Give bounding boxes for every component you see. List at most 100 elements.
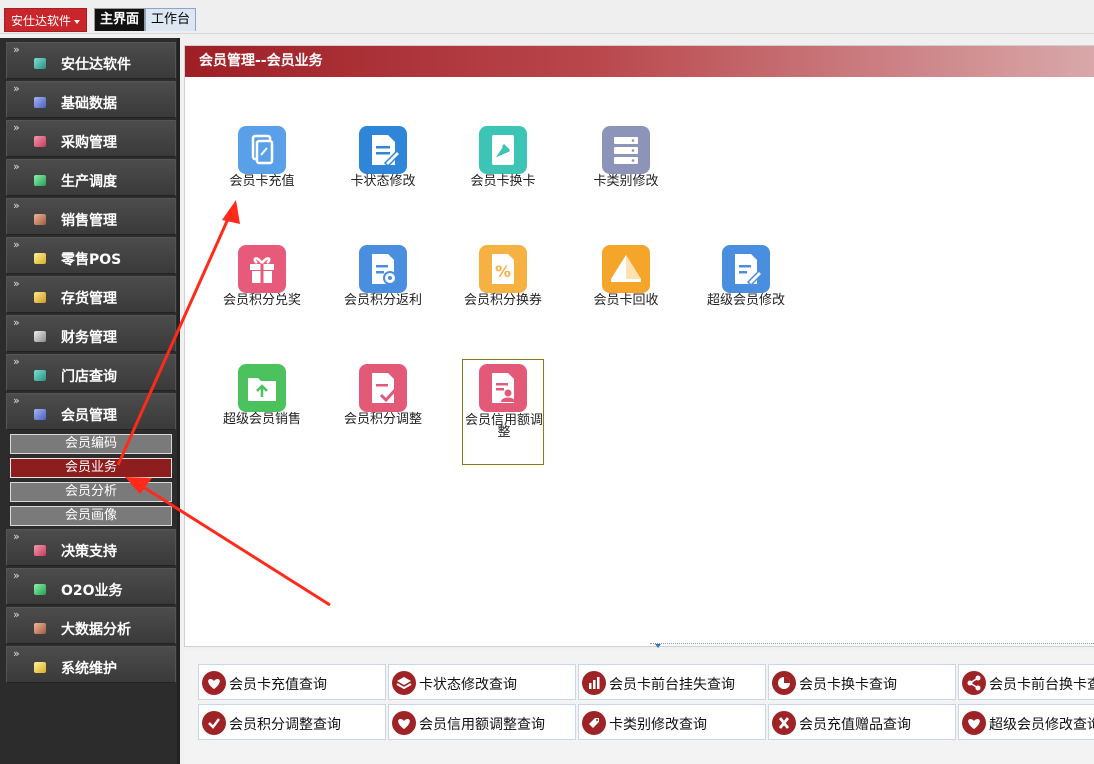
gift-icon xyxy=(238,245,286,293)
sidebar-sub-member-analysis[interactable]: 会员分析 xyxy=(10,482,172,502)
func-label: 会员卡换卡 xyxy=(470,174,536,189)
tab-workbench[interactable]: 工作台 xyxy=(145,8,197,31)
sidebar-item-label: 决策支持 xyxy=(61,544,117,560)
folder-upload-icon xyxy=(238,364,286,412)
document-pen-icon xyxy=(722,245,770,293)
chevron-right-icon: » xyxy=(13,569,20,582)
sidebar-item-label: 基础数据 xyxy=(61,96,117,112)
chevron-right-icon: » xyxy=(13,316,20,329)
query-label: 会员卡前台挂失查询 xyxy=(609,677,735,693)
sidebar-item-system[interactable]: » 系统维护 xyxy=(6,646,176,683)
func-label: 卡状态修改 xyxy=(350,174,416,189)
func-super-member-sales[interactable]: 超级会员销售 xyxy=(221,364,303,468)
query-panel: 会员卡充值查询 卡状态修改查询 会员卡前台挂失查询 会员卡换卡查询 会员卡前台换… xyxy=(184,650,1094,764)
sidebar-item-label: 大数据分析 xyxy=(61,622,131,638)
sidebar-item-basic-data[interactable]: » 基础数据 xyxy=(6,81,176,118)
query-card-recharge[interactable]: 会员卡充值查询 xyxy=(198,664,386,700)
document-gear-icon xyxy=(359,245,407,293)
pie-chart-icon xyxy=(772,671,796,695)
blue-cube-icon xyxy=(34,409,46,420)
query-recharge-gift[interactable]: 会员充值赠品查询 xyxy=(768,704,956,740)
check-icon xyxy=(202,711,226,735)
tab-main-interface[interactable]: 主界面 xyxy=(94,8,146,31)
query-card-loss[interactable]: 会员卡前台挂失查询 xyxy=(578,664,766,700)
document-edit-icon xyxy=(359,126,407,174)
query-label: 卡类别修改查询 xyxy=(609,717,707,733)
func-super-member-modify[interactable]: 超级会员修改 xyxy=(705,245,787,349)
query-label: 卡状态修改查询 xyxy=(419,677,517,693)
brand-dropdown-button[interactable]: 安仕达软件 xyxy=(4,8,88,32)
chevron-right-icon: » xyxy=(13,199,20,212)
chevron-down-icon: » xyxy=(13,394,20,407)
sidebar-item-label: 销售管理 xyxy=(61,213,117,229)
sidebar-item-sales[interactable]: » 销售管理 xyxy=(6,198,176,235)
func-label: 会员信用额调整 xyxy=(464,413,543,440)
chevron-right-icon: » xyxy=(13,647,20,660)
sidebar-sub-member-code[interactable]: 会员编码 xyxy=(10,434,172,454)
query-card-exchange[interactable]: 会员卡换卡查询 xyxy=(768,664,956,700)
brown-cube-icon xyxy=(34,623,46,634)
caret-down-icon xyxy=(74,19,81,24)
sidebar-item-finance[interactable]: » 财务管理 xyxy=(6,315,176,352)
sidebar-item-anshida[interactable]: » 安仕达软件 xyxy=(6,42,176,79)
sidebar-item-store-query[interactable]: » 门店查询 xyxy=(6,354,176,391)
func-label: 会员卡充值 xyxy=(229,174,295,189)
func-label: 会员积分返利 xyxy=(343,293,422,308)
page-title: 会员管理--会员业务 xyxy=(185,46,1094,77)
sidebar-item-inventory[interactable]: » 存货管理 xyxy=(6,276,176,313)
heart-card-icon xyxy=(962,711,986,735)
func-points-adjust[interactable]: 会员积分调整 xyxy=(342,364,424,468)
sidebar-item-member[interactable]: » 会员管理 xyxy=(6,393,176,430)
sidebar-item-label: 零售POS xyxy=(61,252,122,268)
blue-cube-icon xyxy=(34,97,46,108)
chevron-right-icon: » xyxy=(13,82,20,95)
query-points-adjust[interactable]: 会员积分调整查询 xyxy=(198,704,386,740)
sidebar-item-decision[interactable]: » 决策支持 xyxy=(6,529,176,566)
sidebar-item-label: 会员管理 xyxy=(61,408,117,424)
chevron-right-icon: » xyxy=(13,160,20,173)
sidebar-item-label: 存货管理 xyxy=(61,291,117,307)
document-check-icon xyxy=(359,364,407,412)
sidebar-item-label: 门店查询 xyxy=(61,369,117,385)
tab-bar: 主界面 工作台 xyxy=(94,7,197,34)
func-points-rebate[interactable]: 会员积分返利 xyxy=(342,245,424,349)
func-card-recycle[interactable]: 会员卡回收 xyxy=(585,245,667,349)
query-label: 会员卡前台换卡查 xyxy=(989,677,1094,693)
func-card-recharge[interactable]: 会员卡充值 xyxy=(221,126,303,230)
sidebar-item-label: 财务管理 xyxy=(61,330,117,346)
sidebar-item-purchase[interactable]: » 采购管理 xyxy=(6,120,176,157)
top-bar: 安仕达软件 主界面 工作台 xyxy=(0,0,1094,34)
query-card-status[interactable]: 卡状态修改查询 xyxy=(388,664,576,700)
func-points-redeem[interactable]: 会员积分兑奖 xyxy=(221,245,303,349)
query-label: 会员充值赠品查询 xyxy=(799,717,911,733)
sidebar-item-o2o[interactable]: » O2O业务 xyxy=(6,568,176,605)
heart-card-icon xyxy=(392,711,416,735)
panel-splitter[interactable] xyxy=(650,643,1094,649)
func-card-category[interactable]: 卡类别修改 xyxy=(585,126,667,230)
sidebar-item-label: 安仕达软件 xyxy=(61,57,131,73)
query-super-member-modify[interactable]: 超级会员修改查询 xyxy=(958,704,1094,740)
func-points-coupon[interactable]: % 会员积分换券 xyxy=(462,245,544,349)
func-card-status[interactable]: 卡状态修改 xyxy=(342,126,424,230)
svg-text:%: % xyxy=(495,262,511,281)
teal-cube-icon xyxy=(34,58,46,69)
sidebar-item-production[interactable]: » 生产调度 xyxy=(6,159,176,196)
func-credit-adjust[interactable]: 会员信用额调整 xyxy=(462,359,544,465)
chevron-right-icon: » xyxy=(13,121,20,134)
query-card-category[interactable]: 卡类别修改查询 xyxy=(578,704,766,740)
query-front-exchange[interactable]: 会员卡前台换卡查 xyxy=(958,664,1094,700)
sidebar-sub-member-business[interactable]: 会员业务 xyxy=(10,458,172,478)
yellow-cube-icon xyxy=(34,292,46,303)
yellow-cube-icon xyxy=(34,662,46,673)
sidebar-sub-member-portrait[interactable]: 会员画像 xyxy=(10,506,172,526)
sidebar-item-retail-pos[interactable]: » 零售POS xyxy=(6,237,176,274)
card-recharge-icon xyxy=(238,126,286,174)
func-label: 卡类别修改 xyxy=(593,174,659,189)
sidebar-item-big-data[interactable]: » 大数据分析 xyxy=(6,607,176,644)
func-card-exchange[interactable]: 会员卡换卡 xyxy=(462,126,544,230)
chevron-right-icon: » xyxy=(13,238,20,251)
query-credit-adjust[interactable]: 会员信用额调整查询 xyxy=(388,704,576,740)
layers-icon xyxy=(392,671,416,695)
tag-icon xyxy=(582,711,606,735)
yellow-cube-icon xyxy=(34,253,46,264)
